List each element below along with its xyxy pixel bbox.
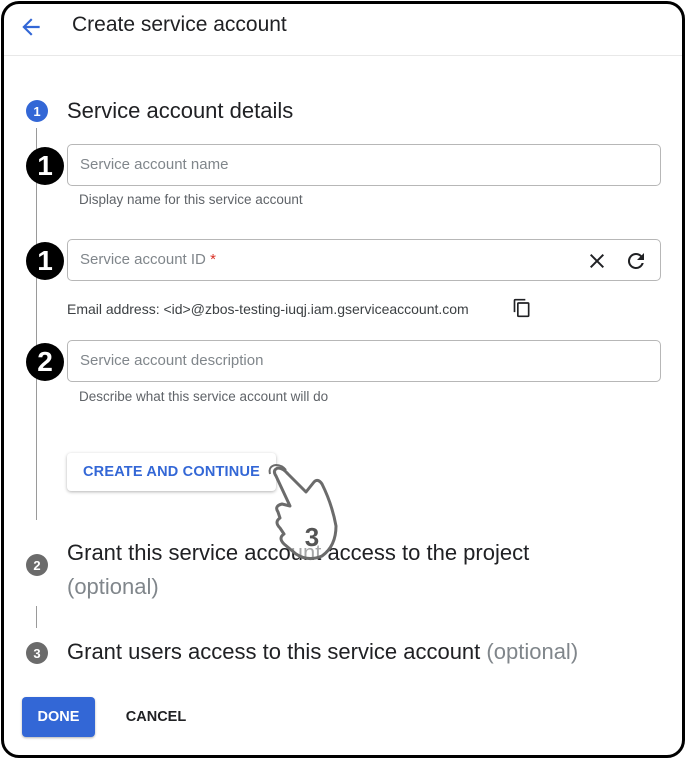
description-hint: Describe what this service account will … — [79, 389, 329, 404]
service-account-id-field[interactable]: Service account ID * — [67, 239, 661, 282]
close-icon[interactable] — [585, 249, 609, 273]
service-account-description-field[interactable]: Service account description — [67, 340, 661, 383]
step-1-title[interactable]: Service account details — [67, 98, 293, 124]
header: Create service account — [4, 4, 682, 56]
step-2-optional: (optional) — [67, 574, 159, 599]
step-3-badge: 3 — [26, 642, 48, 664]
create-and-continue-button[interactable]: CREATE AND CONTINUE — [67, 453, 276, 491]
pointing-hand-icon: 3 — [268, 464, 338, 561]
cancel-button[interactable]: CANCEL — [116, 697, 196, 737]
step-1-badge: 1 — [26, 100, 48, 122]
service-account-name-input[interactable] — [80, 145, 564, 187]
arrow-left-icon[interactable] — [18, 14, 44, 40]
annotation-marker-1: 1 — [26, 147, 64, 185]
service-account-id-input[interactable] — [80, 240, 564, 282]
annotation-marker-1b: 1 — [26, 242, 64, 280]
refresh-icon[interactable] — [624, 249, 648, 273]
copy-icon[interactable] — [512, 298, 532, 318]
name-hint: Display name for this service account — [79, 192, 303, 207]
step-connector-2 — [36, 606, 37, 628]
annotation-marker-2: 2 — [26, 343, 64, 381]
service-account-description-input[interactable] — [80, 341, 564, 383]
page-title: Create service account — [72, 13, 287, 36]
done-button[interactable]: DONE — [22, 697, 95, 737]
step-connector — [36, 128, 37, 520]
dialog-frame: Create service account 1 Service account… — [1, 1, 685, 758]
email-address-text: Email address: <id>@zbos-testing-iuqj.ia… — [67, 301, 469, 317]
hand-label: 3 — [305, 522, 319, 552]
step-3-title-text: Grant users access to this service accou… — [67, 639, 481, 664]
step-2-badge: 2 — [26, 554, 48, 576]
step-3-optional: (optional) — [486, 639, 579, 664]
step-3-title[interactable]: Grant users access to this service accou… — [67, 639, 578, 665]
service-account-name-field[interactable]: Service account name — [67, 144, 661, 187]
